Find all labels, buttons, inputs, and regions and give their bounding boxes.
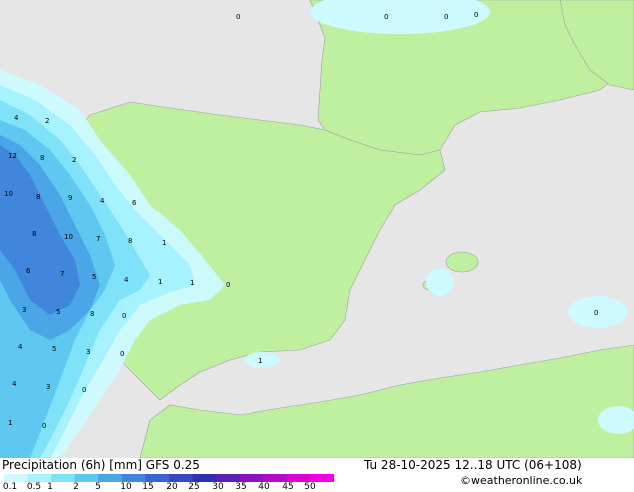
map-value-label: 3: [86, 348, 90, 356]
scale-tick-label: 1: [47, 482, 53, 492]
scale-tick-label: 5: [95, 482, 101, 492]
scale-swatch: [98, 474, 123, 482]
map-value-label: 0: [82, 386, 86, 394]
map-value-label: 8: [40, 154, 44, 162]
map-value-label: 0: [226, 281, 230, 289]
map-value-label: 0: [42, 422, 46, 430]
scale-tick-label: 10: [120, 482, 132, 492]
map-value-label: 0: [236, 13, 240, 21]
map-value-label: 1: [190, 279, 194, 287]
scale-swatch: [27, 474, 52, 482]
scale-swatch: [169, 474, 194, 482]
scale-swatch: [239, 474, 264, 482]
scale-tick-label: 2: [73, 482, 79, 492]
map-value-label: 10: [64, 233, 73, 241]
map-value-label: 10: [4, 190, 13, 198]
map-value-label: 1: [8, 419, 12, 427]
map-value-label: 5: [92, 273, 96, 281]
scale-tick-label: 40: [258, 482, 270, 492]
scale-swatch: [310, 474, 334, 482]
scale-swatch: [263, 474, 288, 482]
scale-tick-label: 45: [282, 482, 294, 492]
scale-tick-label: 20: [166, 482, 178, 492]
map-value-label: 7: [96, 235, 100, 243]
scale-swatch: [4, 474, 29, 482]
scale-swatch: [216, 474, 241, 482]
scale-tick-label: 25: [188, 482, 200, 492]
map-value-label: 5: [52, 345, 56, 353]
map-value-label: 4: [124, 276, 129, 284]
map-value-label: 4: [18, 343, 23, 351]
map-value-label: 1: [258, 357, 262, 365]
map-value-label: 8: [36, 193, 40, 201]
map-value-label: 3: [22, 306, 26, 314]
map-value-label: 0: [594, 309, 598, 317]
scale-tick-label: 15: [142, 482, 154, 492]
color-scale-bar: [4, 474, 334, 482]
map-value-label: 0: [444, 13, 448, 21]
map-value-label: 6: [132, 199, 137, 207]
scale-tick-label: 0.1: [2, 482, 18, 492]
map-value-label: 12: [8, 152, 17, 160]
map-value-label: 8: [128, 237, 132, 245]
scale-tick-label: 0.5: [26, 482, 42, 492]
map-value-label: 6: [26, 267, 31, 275]
scale-swatch: [145, 474, 170, 482]
map-value-label: 5: [56, 308, 60, 316]
map-value-label: 0: [122, 312, 126, 320]
credit-link[interactable]: ©weatheronline.co.uk: [460, 474, 582, 487]
scale-tick-label: 50: [304, 482, 316, 492]
scale-tick-label: 35: [235, 482, 247, 492]
map-datetime: Tu 28-10-2025 12..18 UTC (06+108): [364, 458, 582, 472]
map-value-label: 0: [474, 11, 478, 19]
mallorca-island: [445, 251, 479, 273]
scale-tick-label: 30: [212, 482, 224, 492]
map-value-label: 9: [68, 194, 72, 202]
scale-swatch: [121, 474, 146, 482]
map-value-label: 0: [384, 13, 388, 21]
precip-patch-east: [426, 268, 454, 296]
map-value-label: 0: [120, 350, 124, 358]
map-value-label: 4: [100, 197, 105, 205]
precipitation-map: 4 212 8 210 8 9 4 68 10 7 8 16 7 5 4 1 1 03 5 8 04 5 3 04 3 01 010…: [0, 0, 634, 458]
scale-swatch: [192, 474, 217, 482]
map-value-label: 8: [90, 310, 94, 318]
map-value-label: 1: [158, 278, 162, 286]
map-value-label: 2: [72, 156, 76, 164]
map-value-label: 2: [45, 117, 49, 125]
map-value-label: 7: [60, 270, 64, 278]
map-value-label: 4: [12, 380, 17, 388]
map-value-label: 1: [162, 239, 166, 247]
map-value-label: 3: [46, 383, 50, 391]
scale-swatch: [286, 474, 311, 482]
scale-swatch: [51, 474, 76, 482]
scale-swatch: [74, 474, 99, 482]
map-value-label: 8: [32, 230, 36, 238]
map-title: Precipitation (6h) [mm] GFS 0.25: [2, 458, 200, 472]
map-value-label: 4: [14, 114, 19, 122]
